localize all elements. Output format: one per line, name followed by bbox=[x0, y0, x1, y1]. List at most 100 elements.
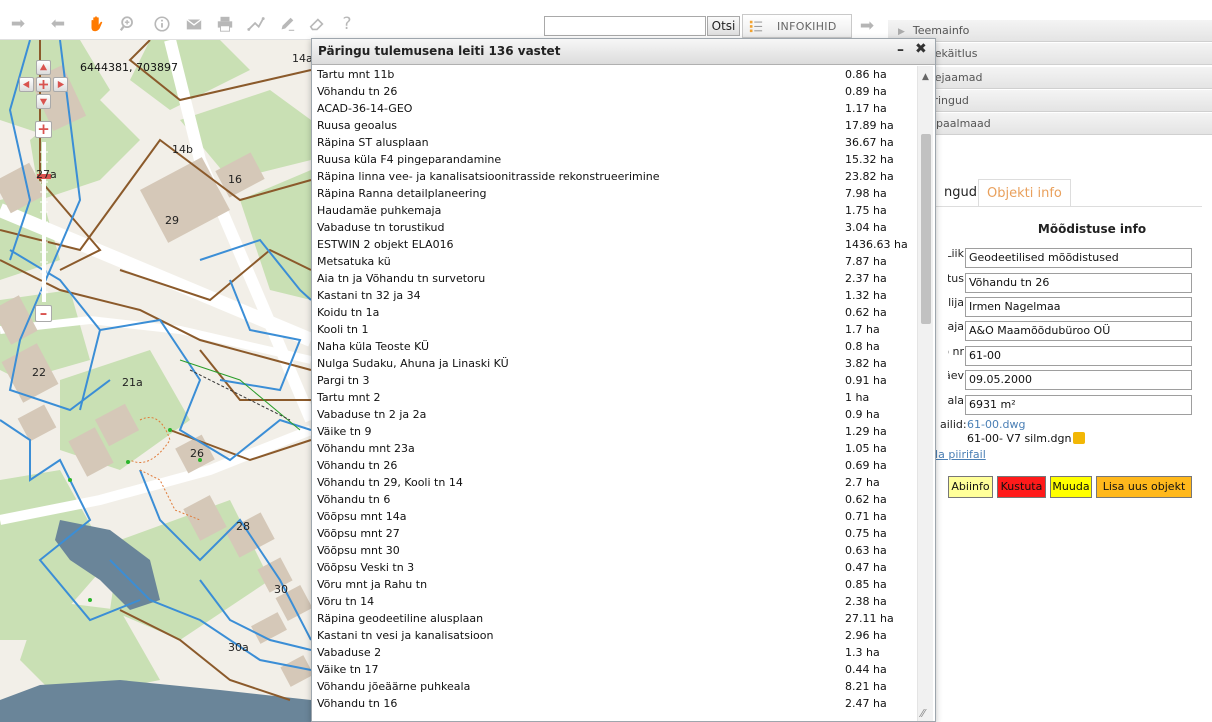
file-link-dwg[interactable]: 61-00.dwg bbox=[967, 418, 1025, 431]
lisa-uus-objekt-button[interactable]: Lisa uus objekt bbox=[1096, 476, 1192, 498]
result-row[interactable]: Vabaduse tn 2 ja 2a 0.9 ha bbox=[312, 406, 915, 423]
pan-right-button[interactable] bbox=[53, 77, 68, 92]
back-arrow-button[interactable]: ⬅ bbox=[46, 12, 70, 36]
result-row[interactable]: Metsatuka kü 7.87 ha bbox=[312, 253, 915, 270]
dialog-titlebar[interactable]: Päringu tulemusena leiti 136 vastet – ✖ bbox=[312, 39, 935, 65]
result-row[interactable]: Võõpsu Veski tn 3 0.47 ha bbox=[312, 559, 915, 576]
result-row[interactable]: Kooli tn 1 1.7 ha bbox=[312, 321, 915, 338]
zoom-out-button[interactable]: – bbox=[35, 305, 52, 322]
result-row[interactable]: Võõpsu mnt 30 0.63 ha bbox=[312, 542, 915, 559]
mail-button[interactable] bbox=[182, 12, 206, 36]
result-row[interactable]: Aia tn ja Võhandu tn survetoru 2.37 ha bbox=[312, 270, 915, 287]
zoom-slider[interactable] bbox=[37, 142, 51, 302]
resize-grip-icon[interactable]: ⁄⁄ bbox=[921, 707, 925, 720]
result-row[interactable]: Räpina linna vee- ja kanalisatsioonitras… bbox=[312, 168, 915, 185]
result-row[interactable]: Võru tn 14 2.38 ha bbox=[312, 593, 915, 610]
muuda-button[interactable]: Muuda bbox=[1050, 476, 1092, 498]
pan-hand-button[interactable] bbox=[84, 12, 108, 36]
accordion-jaatmekaitlus[interactable]: ▶ätmekäitlus bbox=[888, 43, 1212, 65]
result-row[interactable]: Räpina ST alusplaan 36.67 ha bbox=[312, 134, 915, 151]
result-area: 1.3 ha bbox=[845, 646, 880, 659]
result-row[interactable]: Tartu mnt 2 1 ha bbox=[312, 389, 915, 406]
file-link-dgn[interactable]: 61-00- V7 silm.dgn bbox=[967, 432, 1071, 445]
result-row[interactable]: ACAD-36-14-GEO 1.17 ha bbox=[312, 100, 915, 117]
result-row[interactable]: Naha küla Teoste KÜ 0.8 ha bbox=[312, 338, 915, 355]
result-row[interactable]: Võhandu tn 29, Kooli tn 14 2.7 ha bbox=[312, 474, 915, 491]
result-row[interactable]: Ruusa geoalus 17.89 ha bbox=[312, 117, 915, 134]
result-row[interactable]: ESTWIN 2 objekt ELA016 1436.63 ha bbox=[312, 236, 915, 253]
search-input[interactable] bbox=[544, 16, 706, 36]
info-button[interactable] bbox=[150, 12, 174, 36]
result-row[interactable]: Vabaduse 2 1.3 ha bbox=[312, 644, 915, 661]
forward-arrow-button[interactable]: ➡ bbox=[6, 12, 30, 36]
result-row[interactable]: Kastani tn vesi ja kanalisatsioon 2.96 ha bbox=[312, 627, 915, 644]
eraser-icon bbox=[309, 18, 324, 31]
result-row[interactable]: Vabaduse tn torustikud 3.04 ha bbox=[312, 219, 915, 236]
result-row[interactable]: Võhandu tn 6 0.62 ha bbox=[312, 491, 915, 508]
eye-icon[interactable] bbox=[1073, 432, 1085, 444]
result-name: Räpina linna vee- ja kanalisatsioonitras… bbox=[317, 170, 660, 183]
field-kuupaev[interactable]: 09.05.2000 bbox=[965, 370, 1192, 390]
results-list: Tartu mnt 11b 0.86 ha Võhandu tn 26 0.89 ha… bbox=[312, 66, 915, 712]
result-name: Võru tn 14 bbox=[317, 595, 375, 608]
help-button[interactable]: ? bbox=[335, 12, 359, 36]
field-teostaja[interactable]: A&O Maamõõdubüroo OÜ bbox=[965, 321, 1192, 341]
abiinfo-button[interactable]: Abiinfo bbox=[948, 476, 993, 498]
measure-button[interactable] bbox=[244, 12, 268, 36]
result-name: Võhandu jõeäärne puhkeala bbox=[317, 680, 471, 693]
accordion-munitsipaalmaad[interactable]: ▶nitsipaalmaad bbox=[888, 113, 1212, 135]
zoom-button[interactable] bbox=[116, 12, 140, 36]
draw-button[interactable] bbox=[275, 12, 299, 36]
result-row[interactable]: Võhandu tn 26 0.69 ha bbox=[312, 457, 915, 474]
result-row[interactable]: Võhandu jõeäärne puhkeala 8.21 ha bbox=[312, 678, 915, 695]
minimize-button[interactable]: – bbox=[897, 42, 904, 58]
search-button[interactable]: Otsi bbox=[707, 16, 740, 36]
piirifail-link[interactable]: lla piirifail bbox=[932, 448, 986, 461]
accordion-jaatmejaamad[interactable]: ▶ätmejaamad bbox=[888, 67, 1212, 89]
result-row[interactable]: Pargi tn 3 0.91 ha bbox=[312, 372, 915, 389]
pan-up-button[interactable] bbox=[36, 60, 51, 75]
result-row[interactable]: Võõpsu mnt 14a 0.71 ha bbox=[312, 508, 915, 525]
result-row[interactable]: Väike tn 9 1.29 ha bbox=[312, 423, 915, 440]
infokihid-label: INFOKIHID bbox=[777, 19, 837, 33]
result-row[interactable]: Väike tn 17 0.44 ha bbox=[312, 661, 915, 678]
result-row[interactable]: Võhandu tn 26 0.89 ha bbox=[312, 83, 915, 100]
result-area: 0.85 ha bbox=[845, 578, 887, 591]
result-row[interactable]: Räpina Ranna detailplaneering 7.98 ha bbox=[312, 185, 915, 202]
result-row[interactable]: Võhandu mnt 23a 1.05 ha bbox=[312, 440, 915, 457]
result-row[interactable]: Koidu tn 1a 0.62 ha bbox=[312, 304, 915, 321]
result-area: 1.29 ha bbox=[845, 425, 887, 438]
field-label-kuupaev: äev: bbox=[948, 369, 964, 382]
pan-center-button[interactable] bbox=[36, 77, 51, 92]
close-icon[interactable]: ✖ bbox=[915, 41, 927, 57]
arrow-left-icon: ⬅ bbox=[50, 13, 66, 34]
eraser-button[interactable] bbox=[305, 12, 329, 36]
infokihid-button[interactable]: INFOKIHID bbox=[742, 14, 852, 38]
field-pindala[interactable]: 6931 m² bbox=[965, 395, 1192, 415]
field-liik[interactable]: Geodeetilised mõõdistused bbox=[965, 248, 1192, 268]
pan-down-button[interactable] bbox=[36, 94, 51, 109]
scrollbar-thumb[interactable] bbox=[921, 134, 931, 324]
scroll-up-arrow-icon[interactable]: ▲ bbox=[922, 72, 929, 82]
accordion-planeeringud[interactable]: ▶neeringud bbox=[888, 90, 1212, 112]
result-row[interactable]: Ruusa küla F4 pingeparandamine 15.32 ha bbox=[312, 151, 915, 168]
result-row[interactable]: Räpina geodeetiline alusplaan 27.11 ha bbox=[312, 610, 915, 627]
print-button[interactable] bbox=[213, 12, 237, 36]
result-row[interactable]: Võhandu tn 16 2.47 ha bbox=[312, 695, 915, 712]
result-row[interactable]: Kastani tn 32 ja 34 1.32 ha bbox=[312, 287, 915, 304]
field-tellija[interactable]: Irmen Nagelmaa bbox=[965, 297, 1192, 317]
accordion-teemainfo[interactable]: ▶ Teemainfo bbox=[888, 20, 1212, 42]
results-scrollbar[interactable]: ▲ bbox=[917, 66, 933, 721]
field-too-nr[interactable]: 61-00 bbox=[965, 346, 1192, 366]
kustuta-button[interactable]: Kustuta bbox=[997, 476, 1046, 498]
tab-objekti-info[interactable]: Objekti info bbox=[978, 179, 1071, 207]
result-row[interactable]: Võru mnt ja Rahu tn 0.85 ha bbox=[312, 576, 915, 593]
result-row[interactable]: Võõpsu mnt 27 0.75 ha bbox=[312, 525, 915, 542]
next-arrow-button[interactable]: ➡ bbox=[856, 15, 878, 37]
result-row[interactable]: Tartu mnt 11b 0.86 ha bbox=[312, 66, 915, 83]
result-row[interactable]: Nulga Sudaku, Ahuna ja Linaski KÜ 3.82 ha bbox=[312, 355, 915, 372]
zoom-in-button[interactable]: + bbox=[35, 121, 52, 138]
pan-left-button[interactable] bbox=[19, 77, 34, 92]
result-row[interactable]: Haudamäe puhkemaja 1.75 ha bbox=[312, 202, 915, 219]
field-nimetus[interactable]: Võhandu tn 26 bbox=[965, 273, 1192, 293]
